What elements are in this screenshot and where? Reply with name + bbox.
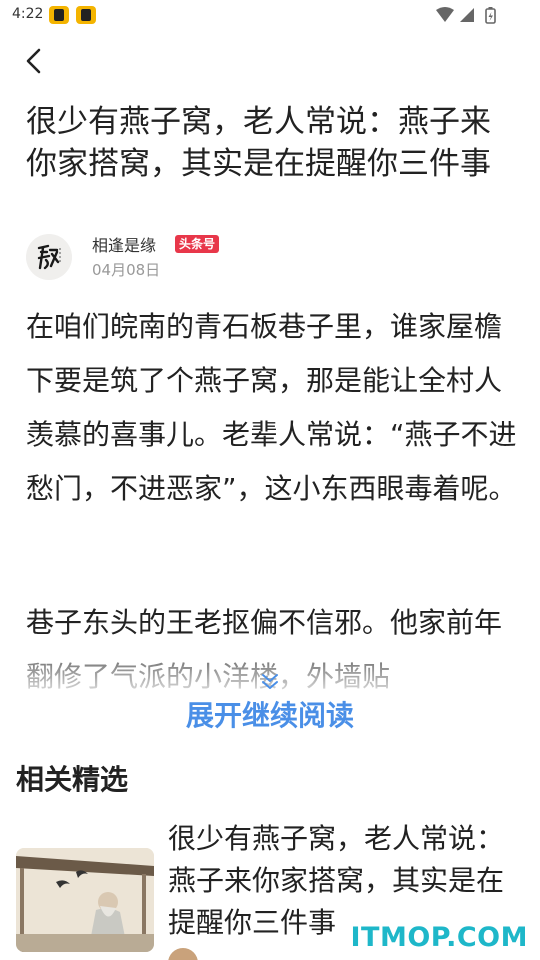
author-row[interactable]: 相逢是缘 头条号 04月08日 [26, 234, 426, 282]
author-avatar[interactable] [26, 234, 72, 280]
status-time: 4:22 [12, 6, 44, 22]
related-section-title: 相关精选 [16, 763, 129, 796]
back-arrow-icon[interactable] [20, 44, 50, 78]
related-article-thumbnail[interactable] [16, 848, 154, 952]
expand-reading-button[interactable]: 展开继续阅读 [0, 694, 540, 734]
itmop-watermark: ITMOP.COM [350, 922, 528, 953]
double-chevron-down-icon[interactable] [257, 672, 283, 694]
wifi-icon [436, 7, 454, 22]
signal-icon [460, 8, 474, 22]
toutiao-badge: 头条号 [175, 235, 220, 253]
elder-swallow-painting-image [16, 848, 154, 952]
notification-app-icon [49, 6, 69, 24]
author-name[interactable]: 相逢是缘 [92, 232, 156, 256]
calligraphy-avatar-image [26, 234, 72, 280]
system-status-icons [436, 7, 496, 24]
article-paragraph: 在咱们皖南的青石板巷子里，谁家屋檐下要是筑了个燕子窝，那是能让全村人羡慕的喜事儿… [26, 310, 517, 505]
publish-date: 04月08日 [92, 261, 161, 279]
article-title: 很少有燕子窝，老人常说：燕子来你家搭窝，其实是在提醒你三件事 [26, 104, 491, 182]
notification-app-icon [76, 6, 96, 24]
status-bar: 4:22 [0, 0, 540, 30]
related-author-avatar [168, 948, 198, 960]
